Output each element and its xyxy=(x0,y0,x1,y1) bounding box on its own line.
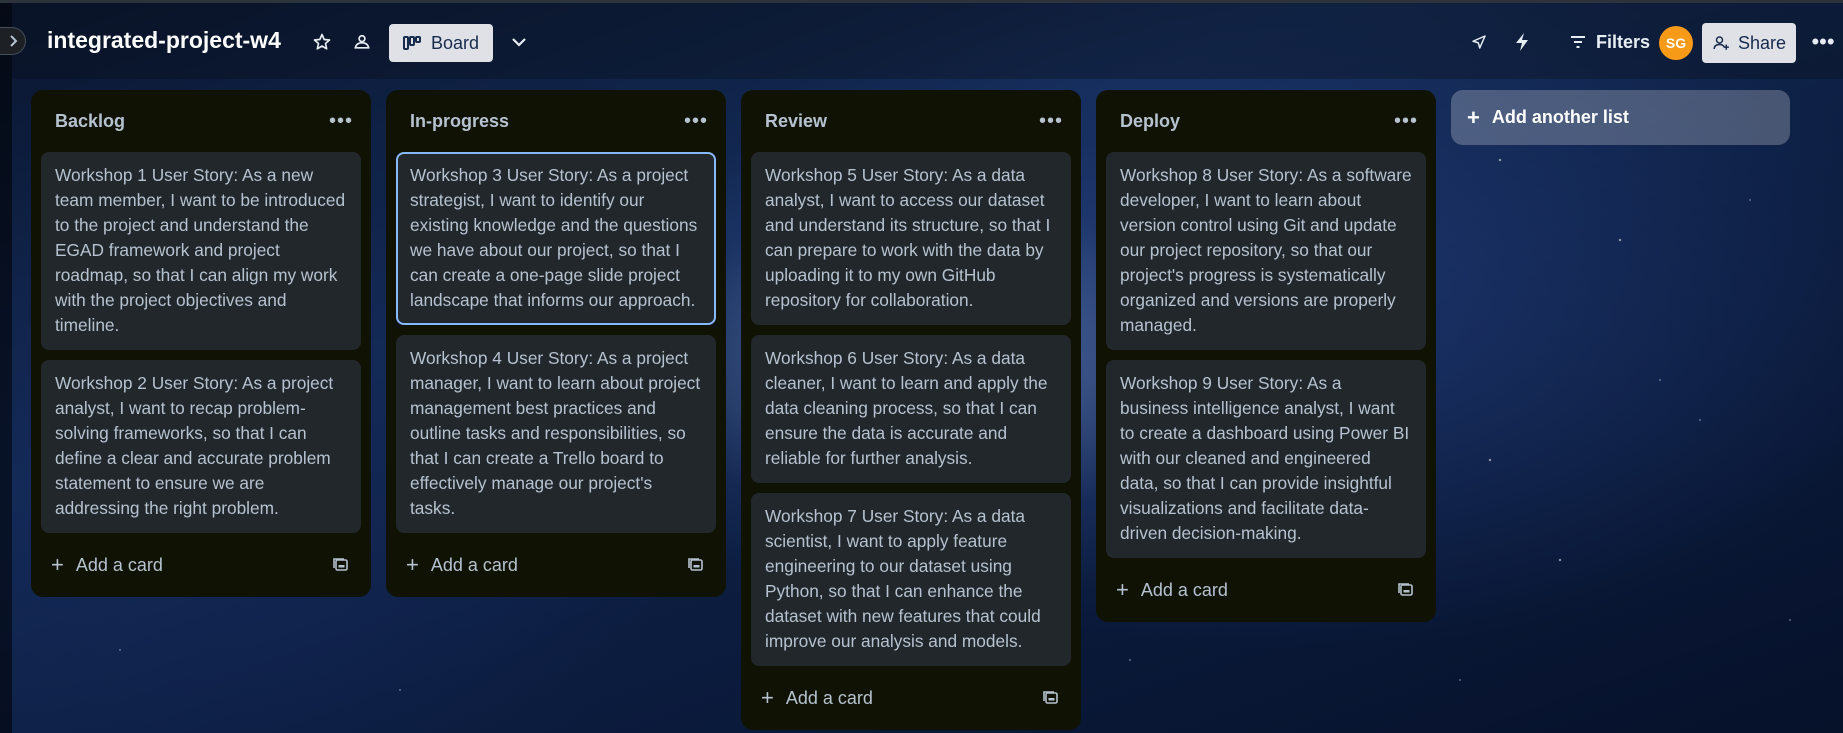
share-label: Share xyxy=(1737,32,1787,53)
card[interactable]: Workshop 4 User Story: As a project mana… xyxy=(396,335,716,533)
add-member-icon xyxy=(1713,36,1729,50)
create-from-template-icon[interactable] xyxy=(1043,690,1059,706)
list-actions-icon[interactable]: ••• xyxy=(680,110,712,133)
add-card-button[interactable]: + Add a card xyxy=(1116,579,1228,601)
list-header: In-progress ••• xyxy=(396,90,716,152)
share-button[interactable]: Share xyxy=(1702,23,1796,63)
add-card-row: + Add a card xyxy=(396,543,716,587)
plus-icon: + xyxy=(1116,577,1129,602)
create-from-template-icon[interactable] xyxy=(333,557,349,573)
card[interactable]: Workshop 1 User Story: As a new team mem… xyxy=(41,152,361,350)
list-in-progress: In-progress ••• Workshop 3 User Story: A… xyxy=(386,90,726,597)
add-card-label: Add a card xyxy=(430,554,518,575)
expand-sidebar-button[interactable] xyxy=(0,27,26,55)
create-from-template-icon[interactable] xyxy=(688,557,704,573)
card[interactable]: Workshop 2 User Story: As a project anal… xyxy=(41,360,361,533)
create-from-template-icon[interactable] xyxy=(1398,582,1414,598)
add-another-list-button[interactable]: + Add another list xyxy=(1451,90,1790,145)
add-card-label: Add a card xyxy=(75,554,163,575)
sidebar-strip xyxy=(0,3,12,733)
member-avatar[interactable]: SG xyxy=(1659,26,1693,60)
workspace-visible-icon xyxy=(354,34,370,49)
list-actions-icon[interactable]: ••• xyxy=(1035,110,1067,133)
power-ups-button[interactable] xyxy=(1462,23,1496,61)
add-card-label: Add a card xyxy=(785,687,873,708)
add-card-button[interactable]: + Add a card xyxy=(406,554,518,576)
add-list-label: Add another list xyxy=(1491,107,1629,127)
list-header: Backlog ••• xyxy=(41,90,361,152)
list-header: Review ••• xyxy=(751,90,1071,152)
list-title[interactable]: Deploy xyxy=(1120,111,1180,132)
list-backlog: Backlog ••• Workshop 1 User Story: As a … xyxy=(31,90,371,597)
board-view-label: Board xyxy=(430,32,480,53)
list-title[interactable]: Review xyxy=(765,111,827,132)
plus-icon: + xyxy=(406,552,419,577)
automation-button[interactable] xyxy=(1505,23,1539,61)
list-title[interactable]: Backlog xyxy=(55,111,125,132)
add-card-button[interactable]: + Add a card xyxy=(761,687,873,709)
plus-icon: + xyxy=(1467,104,1480,130)
add-card-row: + Add a card xyxy=(1106,568,1426,612)
board-menu-button[interactable]: ••• xyxy=(1806,23,1840,61)
visibility-button[interactable] xyxy=(345,23,379,61)
card[interactable]: Workshop 5 User Story: As a data analyst… xyxy=(751,152,1071,325)
rocket-icon xyxy=(1472,35,1486,49)
board-icon xyxy=(402,36,421,50)
board-view-button[interactable]: Board xyxy=(389,24,493,62)
chevron-down-icon xyxy=(512,38,526,47)
card[interactable]: Workshop 3 User Story: As a project stra… xyxy=(396,152,716,325)
add-card-row: + Add a card xyxy=(41,543,361,587)
board-title[interactable]: integrated-project-w4 xyxy=(47,27,281,54)
plus-icon: + xyxy=(761,685,774,710)
chevron-right-icon xyxy=(9,35,17,47)
add-card-row: + Add a card xyxy=(751,676,1071,720)
star-button[interactable] xyxy=(305,23,339,61)
more-icon: ••• xyxy=(1811,29,1835,54)
filters-label: Filters xyxy=(1595,31,1651,52)
lightning-icon xyxy=(1516,33,1528,51)
list-review: Review ••• Workshop 5 User Story: As a d… xyxy=(741,90,1081,730)
filter-icon xyxy=(1570,36,1585,48)
add-card-label: Add a card xyxy=(1140,579,1228,600)
list-actions-icon[interactable]: ••• xyxy=(1390,110,1422,133)
card[interactable]: Workshop 9 User Story: As a business int… xyxy=(1106,360,1426,558)
star-icon xyxy=(313,33,331,50)
card[interactable]: Workshop 6 User Story: As a data cleaner… xyxy=(751,335,1071,483)
list-header: Deploy ••• xyxy=(1106,90,1426,152)
list-title[interactable]: In-progress xyxy=(410,111,509,132)
view-switcher-button[interactable] xyxy=(502,23,536,61)
card[interactable]: Workshop 7 User Story: As a data scienti… xyxy=(751,493,1071,666)
plus-icon: + xyxy=(51,552,64,577)
board-header: integrated-project-w4 Board Filters SG S… xyxy=(0,3,1843,79)
list-actions-icon[interactable]: ••• xyxy=(325,110,357,133)
add-card-button[interactable]: + Add a card xyxy=(51,554,163,576)
filters-button[interactable]: Filters xyxy=(1555,23,1665,61)
list-deploy: Deploy ••• Workshop 8 User Story: As a s… xyxy=(1096,90,1436,622)
card[interactable]: Workshop 8 User Story: As a software dev… xyxy=(1106,152,1426,350)
